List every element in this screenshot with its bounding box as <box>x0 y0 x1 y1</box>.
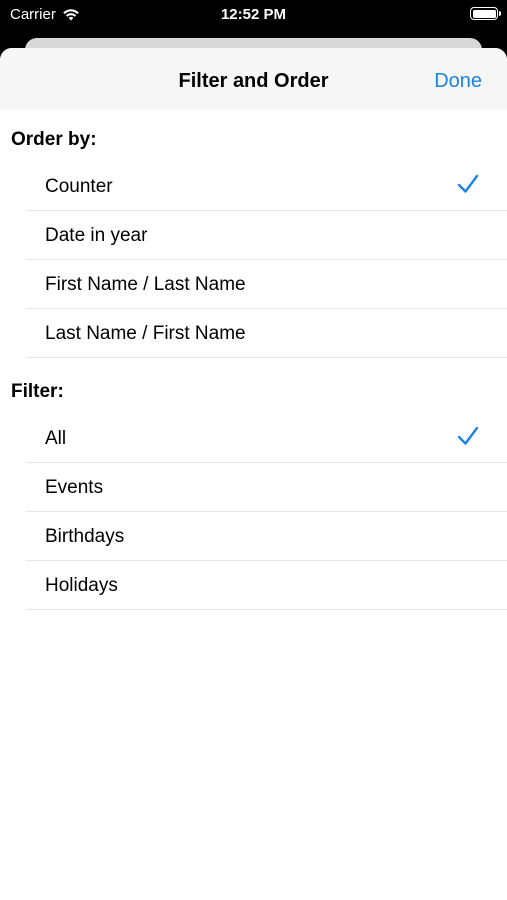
checkmark-icon <box>457 174 479 193</box>
checkmark-icon <box>457 426 479 445</box>
filter-header: Filter: <box>11 381 64 402</box>
order-option-counter[interactable]: Counter <box>26 162 507 211</box>
battery-icon <box>470 7 501 20</box>
order-option-date-in-year[interactable]: Date in year <box>26 211 507 260</box>
option-label: First Name / Last Name <box>45 274 246 295</box>
filter-option-events[interactable]: Events <box>26 463 507 512</box>
filter-option-holidays[interactable]: Holidays <box>26 561 507 610</box>
option-label: Counter <box>45 176 113 197</box>
option-label: Birthdays <box>45 526 125 547</box>
option-label: Date in year <box>45 225 148 246</box>
order-option-last-first[interactable]: Last Name / First Name <box>26 309 507 358</box>
page-title: Filter and Order <box>178 70 329 92</box>
filter-order-sheet: Filter and Order Done Order by: Counter … <box>0 48 507 900</box>
navigation-bar: Filter and Order Done <box>0 48 507 110</box>
filter-option-all[interactable]: All <box>26 414 507 463</box>
option-label: Holidays <box>45 575 118 596</box>
status-time: 12:52 PM <box>220 6 287 23</box>
done-button[interactable]: Done <box>434 70 482 93</box>
order-by-header: Order by: <box>11 129 97 150</box>
option-label: Events <box>45 477 104 498</box>
order-by-list: Counter Date in year First Name / Last N… <box>0 162 507 358</box>
filter-list: All Events Birthdays Holidays <box>0 414 507 610</box>
filter-option-birthdays[interactable]: Birthdays <box>26 512 507 561</box>
option-label: Last Name / First Name <box>45 323 246 344</box>
option-label: All <box>45 428 67 449</box>
status-bar: Carrier 12:52 PM <box>0 0 507 36</box>
order-option-first-last[interactable]: First Name / Last Name <box>26 260 507 309</box>
battery-fill <box>472 9 496 18</box>
